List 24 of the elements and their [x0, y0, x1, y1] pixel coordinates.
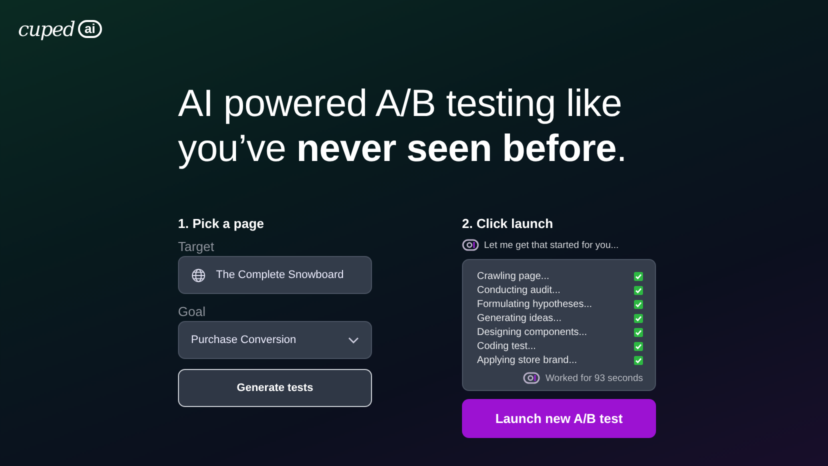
step-label: Applying store brand... — [477, 354, 578, 366]
step-label: Coding test... — [477, 340, 536, 352]
chevron-down-icon — [348, 336, 359, 344]
logo-wordmark: cuped — [18, 17, 75, 41]
step-label: Crawling page... — [477, 270, 550, 282]
step-label: Generating ideas... — [477, 312, 562, 324]
ai-logo-icon — [523, 372, 540, 384]
step-title: 2. Click launch — [462, 216, 554, 231]
goal-dropdown[interactable]: Purchase Conversion — [178, 321, 372, 359]
field-label: Target — [178, 239, 216, 254]
generate-tests-button[interactable]: Generate tests — [178, 369, 372, 407]
step-label: Formulating hypotheses... — [477, 298, 592, 310]
step-label: Designing components... — [477, 326, 588, 338]
assistant-message: Let me get that started for you... — [484, 240, 619, 250]
field-label: Goal — [178, 304, 206, 319]
globe-icon — [191, 268, 206, 282]
worked-time: Worked for 93 seconds — [545, 372, 643, 384]
step-label: Conducting audit... — [477, 284, 560, 296]
launch-test-button[interactable]: Launch new A/B test — [462, 399, 656, 438]
ai-logo-icon — [462, 239, 479, 251]
target-field[interactable]: The Complete Snowboard — [178, 256, 372, 294]
step-title: 1. Pick a page — [178, 216, 265, 231]
headline: AI powered A/B testing like you’ve never seen before. — [178, 82, 628, 172]
logo-badge: ai — [78, 20, 102, 38]
